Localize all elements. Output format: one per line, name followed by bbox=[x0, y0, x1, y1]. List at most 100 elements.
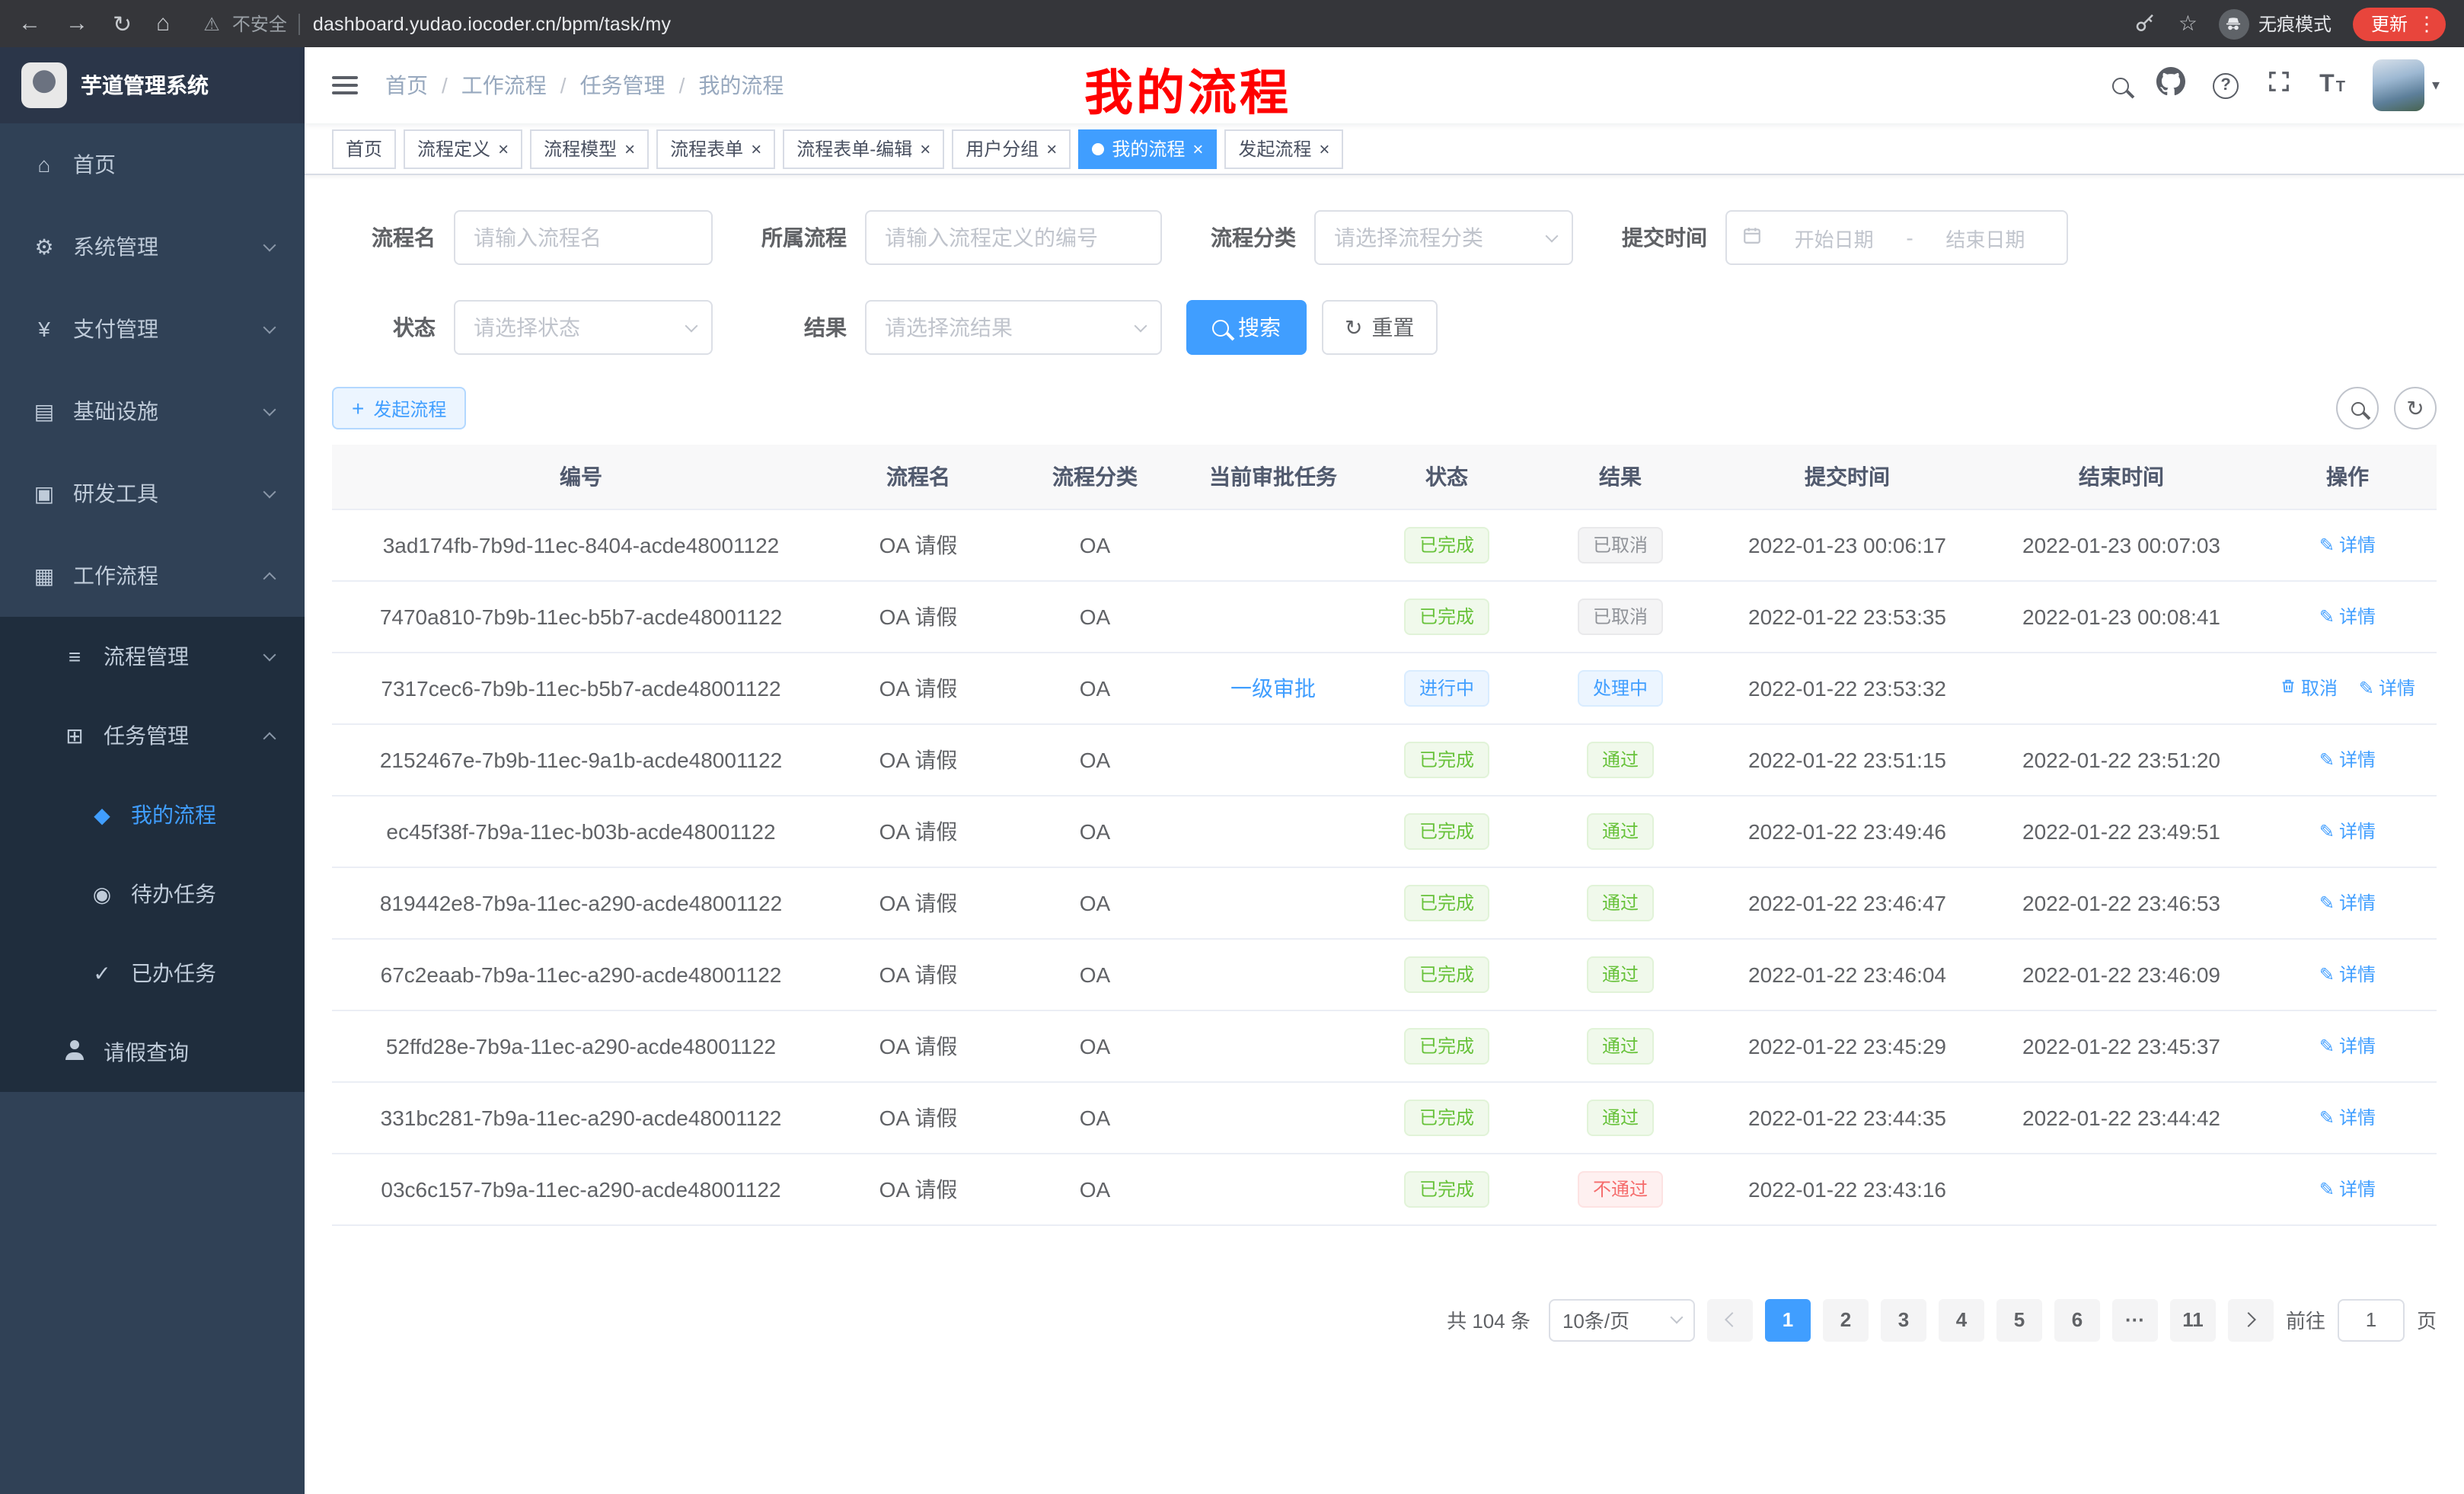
process-name-input[interactable] bbox=[454, 210, 713, 265]
detail-link[interactable]: ✎详情 bbox=[2319, 747, 2376, 773]
home-button[interactable]: ⌂ bbox=[156, 11, 170, 37]
next-page-button[interactable] bbox=[2228, 1298, 2274, 1341]
workflow-icon: ▦ bbox=[30, 563, 58, 589]
status-select[interactable]: 请选择状态 bbox=[454, 300, 713, 355]
more-pages-button[interactable]: ··· bbox=[2112, 1298, 2158, 1341]
chevron-down-icon bbox=[263, 648, 276, 661]
sidebar-item-process-mgmt[interactable]: ≡ 流程管理 bbox=[0, 617, 305, 696]
detail-link[interactable]: ✎详情 bbox=[2319, 532, 2376, 558]
process-category: OA bbox=[1080, 604, 1110, 628]
sidebar-item-system-mgmt[interactable]: ⚙ 系统管理 bbox=[0, 206, 305, 288]
key-icon[interactable] bbox=[2134, 12, 2157, 35]
page-button-6[interactable]: 6 bbox=[2054, 1298, 2100, 1341]
process-name-label: 流程名 bbox=[332, 222, 436, 253]
sidebar-logo[interactable]: 芋道管理系统 bbox=[0, 47, 305, 123]
reset-button[interactable]: ↻ 重置 bbox=[1322, 300, 1437, 355]
close-icon[interactable]: × bbox=[1319, 139, 1329, 158]
close-icon[interactable]: × bbox=[1192, 139, 1203, 158]
detail-link[interactable]: ✎详情 bbox=[2359, 675, 2415, 701]
detail-link[interactable]: ✎详情 bbox=[2319, 890, 2376, 916]
create-process-button[interactable]: + 发起流程 bbox=[332, 387, 466, 429]
breadcrumb-item[interactable]: 工作流程 bbox=[461, 70, 547, 101]
result-label: 结果 bbox=[737, 312, 847, 343]
search-button[interactable]: 搜索 bbox=[1186, 300, 1307, 355]
close-icon[interactable]: × bbox=[751, 139, 761, 158]
detail-link[interactable]: ✎详情 bbox=[2319, 819, 2376, 844]
result-badge: 通过 bbox=[1587, 884, 1654, 921]
detail-link[interactable]: ✎详情 bbox=[2319, 1105, 2376, 1131]
sidebar-item-dev-tools[interactable]: ▣ 研发工具 bbox=[0, 452, 305, 535]
page-button-5[interactable]: 5 bbox=[1996, 1298, 2042, 1341]
select-placeholder: 请选择流程分类 bbox=[1334, 222, 1483, 253]
result-badge: 通过 bbox=[1587, 741, 1654, 777]
result-select[interactable]: 请选择流结果 bbox=[865, 300, 1162, 355]
sidebar-item-todo-tasks[interactable]: ◉ 待办任务 bbox=[0, 854, 305, 934]
sidebar-item-workflow[interactable]: ▦ 工作流程 bbox=[0, 535, 305, 617]
sidebar-item-home[interactable]: ⌂ 首页 bbox=[0, 123, 305, 206]
page-button-3[interactable]: 3 bbox=[1881, 1298, 1926, 1341]
url-text[interactable]: dashboard.yudao.iocoder.cn/bpm/task/my bbox=[313, 13, 671, 34]
sidebar-item-infrastructure[interactable]: ▤ 基础设施 bbox=[0, 370, 305, 452]
sidebar-item-payment-mgmt[interactable]: ¥ 支付管理 bbox=[0, 288, 305, 370]
page-size-select[interactable]: 10条/页 bbox=[1549, 1298, 1695, 1341]
tab-process-form-edit[interactable]: 流程表单-编辑 × bbox=[783, 129, 944, 168]
tab-label: 流程模型 bbox=[544, 136, 617, 161]
tab-process-form[interactable]: 流程表单 × bbox=[656, 129, 775, 168]
page-button-1[interactable]: 1 bbox=[1765, 1298, 1811, 1341]
column-header: 当前审批任务 bbox=[1183, 445, 1363, 509]
tab-process-model[interactable]: 流程模型 × bbox=[530, 129, 649, 168]
sidebar-item-leave-query[interactable]: 请假查询 bbox=[0, 1013, 305, 1092]
breadcrumb-item[interactable]: 首页 bbox=[385, 70, 428, 101]
yen-icon: ¥ bbox=[30, 317, 58, 341]
tab-process-definition[interactable]: 流程定义 × bbox=[404, 129, 522, 168]
category-select[interactable]: 请选择流程分类 bbox=[1314, 210, 1573, 265]
fullscreen-icon[interactable] bbox=[2266, 69, 2292, 102]
detail-link[interactable]: ✎详情 bbox=[2319, 604, 2376, 630]
forward-button[interactable]: → bbox=[65, 11, 88, 37]
current-task-link[interactable]: 一级审批 bbox=[1230, 675, 1316, 700]
update-button[interactable]: 更新 ⋮ bbox=[2353, 7, 2446, 40]
detail-link[interactable]: ✎详情 bbox=[2319, 1176, 2376, 1202]
page-button-4[interactable]: 4 bbox=[1939, 1298, 1984, 1341]
tab-label: 我的流程 bbox=[1112, 136, 1185, 161]
cancel-link[interactable]: 取消 bbox=[2280, 675, 2338, 701]
chevron-up-icon bbox=[263, 572, 276, 585]
submit-time-range-picker[interactable]: 开始日期 - 结束日期 bbox=[1725, 210, 2068, 265]
sidebar-toggle-button[interactable] bbox=[329, 65, 361, 105]
tab-user-group[interactable]: 用户分组 × bbox=[952, 129, 1071, 168]
search-toggle-button[interactable] bbox=[2336, 387, 2379, 429]
process-category: OA bbox=[1080, 532, 1110, 557]
page-button-11[interactable]: 11 bbox=[2170, 1298, 2216, 1341]
help-icon[interactable]: ? bbox=[2213, 72, 2239, 98]
sidebar-item-done-tasks[interactable]: ✓ 已办任务 bbox=[0, 934, 305, 1013]
search-icon[interactable] bbox=[2112, 77, 2129, 94]
security-label[interactable]: 不安全 bbox=[232, 11, 287, 37]
refresh-button[interactable]: ↻ bbox=[2394, 387, 2437, 429]
prev-page-button[interactable] bbox=[1707, 1298, 1753, 1341]
user-avatar[interactable]: ▾ bbox=[2373, 59, 2440, 111]
sidebar-item-my-process[interactable]: ◆ 我的流程 bbox=[0, 775, 305, 854]
reload-button[interactable]: ↻ bbox=[113, 10, 132, 37]
close-icon[interactable]: × bbox=[498, 139, 509, 158]
close-icon[interactable]: × bbox=[624, 139, 635, 158]
process-id: 331bc281-7b9a-11ec-a290-acde48001122 bbox=[381, 1105, 782, 1129]
back-button[interactable]: ← bbox=[18, 11, 41, 37]
kebab-menu-icon[interactable]: ⋮ bbox=[2417, 11, 2437, 36]
sidebar-item-task-mgmt[interactable]: ⊞ 任务管理 bbox=[0, 696, 305, 775]
detail-link[interactable]: ✎详情 bbox=[2319, 962, 2376, 988]
breadcrumb-item[interactable]: 任务管理 bbox=[580, 70, 665, 101]
page-button-2[interactable]: 2 bbox=[1823, 1298, 1869, 1341]
font-size-icon[interactable]: TT bbox=[2319, 73, 2345, 97]
process-def-input[interactable] bbox=[865, 210, 1162, 265]
goto-page-input[interactable] bbox=[2338, 1298, 2405, 1341]
tab-home[interactable]: 首页 bbox=[332, 129, 396, 168]
close-icon[interactable]: × bbox=[1046, 139, 1057, 158]
bookmark-star-icon[interactable]: ☆ bbox=[2178, 11, 2197, 37]
tab-start-process[interactable]: 发起流程 × bbox=[1224, 129, 1343, 168]
tab-my-process[interactable]: 我的流程 × bbox=[1078, 129, 1217, 168]
address-bar[interactable]: ⚠ 不安全 dashboard.yudao.iocoder.cn/bpm/tas… bbox=[203, 11, 2134, 37]
github-icon[interactable] bbox=[2156, 67, 2185, 104]
close-icon[interactable]: × bbox=[920, 139, 930, 158]
chevron-down-icon bbox=[263, 238, 276, 251]
detail-link[interactable]: ✎详情 bbox=[2319, 1033, 2376, 1059]
